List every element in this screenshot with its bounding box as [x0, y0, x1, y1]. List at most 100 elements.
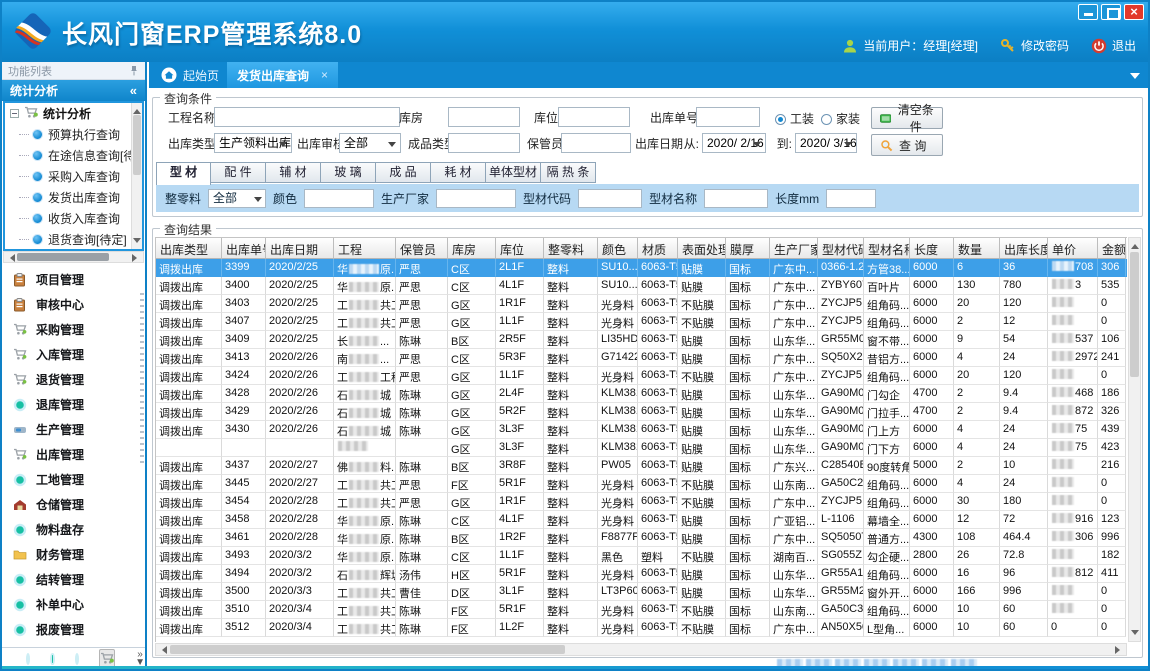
- column-header[interactable]: 长度: [910, 238, 954, 259]
- column-header[interactable]: 保管员: [396, 238, 448, 259]
- sidebar-item-财务管理[interactable]: 财务管理: [2, 542, 145, 567]
- table-row[interactable]: 调拨出库34032020/2/25工共工程严思G区1R1F整料光身料6063-T…: [156, 295, 1127, 313]
- sidebar-item-结转管理[interactable]: 结转管理: [2, 567, 145, 592]
- table-row[interactable]: 调拨出库34132020/2/26南...严思C区5R3F整料G71422606…: [156, 349, 1127, 367]
- material-tab[interactable]: 玻 璃: [321, 162, 376, 183]
- material-tab[interactable]: 成 品: [376, 162, 431, 183]
- column-header[interactable]: 出库单号: [222, 238, 266, 259]
- sidebar-item-工地管理[interactable]: 工地管理: [2, 467, 145, 492]
- sidebar-item-生产管理[interactable]: 生产管理: [2, 417, 145, 442]
- maximize-button[interactable]: [1101, 4, 1121, 20]
- material-tab[interactable]: 耗 材: [431, 162, 486, 183]
- column-header[interactable]: 膜厚: [726, 238, 770, 259]
- date-from-select[interactable]: 2020/ 2/16: [702, 133, 766, 153]
- column-header[interactable]: 工程: [334, 238, 396, 259]
- quick-circle-icon[interactable]: [26, 653, 30, 665]
- project-name-input[interactable]: [214, 107, 400, 127]
- column-header[interactable]: 型材名称: [864, 238, 910, 259]
- scroll-right-icon[interactable]: [1115, 646, 1124, 654]
- table-row[interactable]: 调拨出库34372020/2/27佛料...陈琳B区3R8F整料PW056063…: [156, 457, 1127, 475]
- sidebar-item-物料盘存[interactable]: 物料盘存: [2, 517, 145, 542]
- horizontal-scroll-thumb[interactable]: [170, 645, 565, 654]
- column-header[interactable]: 整零料: [544, 238, 598, 259]
- whole-piece-select[interactable]: 全部: [208, 189, 266, 208]
- tree-hscroll-thumb[interactable]: [17, 253, 109, 261]
- table-row[interactable]: 调拨出库34302020/2/26石城陈琳G区3L3F整料KLM38176063…: [156, 421, 1127, 439]
- keeper-input[interactable]: [561, 133, 631, 153]
- order-no-input[interactable]: [696, 107, 760, 127]
- table-row[interactable]: 调拨出库34292020/2/26石城陈琳G区5R2F整料KLM38176063…: [156, 403, 1127, 421]
- scroll-down-icon[interactable]: [1131, 630, 1139, 639]
- radio-unselected-icon[interactable]: [821, 114, 832, 125]
- logout-button[interactable]: 退出: [1091, 37, 1136, 54]
- search-button[interactable]: 查 询: [871, 134, 943, 156]
- column-header[interactable]: 表面处理: [678, 238, 726, 259]
- radio-selected-icon[interactable]: [775, 114, 786, 125]
- column-header[interactable]: 出库长度: [1000, 238, 1048, 259]
- clear-conditions-button[interactable]: 清空条件: [871, 107, 943, 129]
- scroll-down-icon[interactable]: [133, 238, 141, 247]
- tree-root-statistics[interactable]: 统计分析: [5, 103, 131, 124]
- table-row[interactable]: 调拨出库34072020/2/25工共工程严思G区1L1F整料光身料6063-T…: [156, 313, 1127, 331]
- material-tab[interactable]: 配 件: [211, 162, 266, 183]
- table-row[interactable]: 调拨出库35122020/3/4工共工程陈琳F区1L2F整料光身料6063-T5…: [156, 619, 1127, 637]
- column-header[interactable]: 颜色: [598, 238, 638, 259]
- table-row[interactable]: 调拨出库34282020/2/26石城陈琳G区2L4F整料KLM38176063…: [156, 385, 1127, 403]
- table-row[interactable]: 调拨出库34942020/3/2石辉城汤伟H区5R1F整料光身料6063-T5贴…: [156, 565, 1127, 583]
- tab-shipment-outbound-query[interactable]: 发货出库查询 ×: [227, 62, 338, 88]
- column-header[interactable]: 数量: [954, 238, 1000, 259]
- product-type-input[interactable]: [448, 133, 520, 153]
- table-row[interactable]: 调拨出库34452020/2/27工共工程严思F区5R1F整料光身料6063-T…: [156, 475, 1127, 493]
- vertical-scroll-thumb[interactable]: [1130, 252, 1139, 377]
- sidebar-item-项目管理[interactable]: 项目管理: [2, 267, 145, 292]
- scroll-left-icon[interactable]: [158, 646, 167, 654]
- table-row[interactable]: 调拨出库34932020/3/2华原...陈琳C区1L1F整料黑色塑料不贴膜国标…: [156, 547, 1127, 565]
- table-vertical-scrollbar[interactable]: [1128, 237, 1141, 642]
- table-row[interactable]: 调拨出库34002020/2/25华原...严思C区4L1F整料SU10...6…: [156, 277, 1127, 295]
- color-input[interactable]: [304, 189, 374, 208]
- tree-item[interactable]: 发货出库查询: [5, 187, 131, 208]
- table-row[interactable]: 调拨出库34612020/2/28华原...陈琳B区1R2F整料F8877FT6…: [156, 529, 1127, 547]
- tree-item[interactable]: 在途信息查询[待: [5, 145, 131, 166]
- tree-expander-icon[interactable]: [10, 109, 19, 118]
- date-to-select[interactable]: 2020/ 3/16: [795, 133, 857, 153]
- sidebar-item-报废管理[interactable]: 报废管理: [2, 617, 145, 642]
- sidebar-item-补单中心[interactable]: 补单中心: [2, 592, 145, 617]
- tree-scroll-thumb[interactable]: [133, 115, 141, 175]
- table-row[interactable]: 调拨出库35102020/3/4工共工程陈琳F区5R1F整料光身料6063-T5…: [156, 601, 1127, 619]
- material-tab[interactable]: 隔 热 条: [541, 162, 596, 183]
- length-input[interactable]: [826, 189, 876, 208]
- column-header[interactable]: 库位: [496, 238, 544, 259]
- table-row[interactable]: 调拨出库34092020/2/25长...陈琳B区2R5F整料LI35HD606…: [156, 331, 1127, 349]
- table-row[interactable]: 调拨出库35002020/3/3工共工程曹佳D区3L1F整料LT3P606063…: [156, 583, 1127, 601]
- sidebar-item-入库管理[interactable]: 入库管理: [2, 342, 145, 367]
- scroll-up-icon[interactable]: [1131, 240, 1139, 249]
- minimize-button[interactable]: [1078, 4, 1098, 20]
- table-row[interactable]: 调拨出库34242020/2/26工工程严思G区1L1F整料光身料6063-T5…: [156, 367, 1127, 385]
- table-row[interactable]: 调拨出库34582020/2/28华原...陈琳C区4L1F整料光身料6063-…: [156, 511, 1127, 529]
- radio-jiazhuang[interactable]: 家装: [821, 110, 860, 128]
- scroll-left-icon[interactable]: [6, 254, 15, 262]
- tree-item[interactable]: 预算执行查询: [5, 124, 131, 145]
- manufacturer-input[interactable]: [436, 189, 516, 208]
- sidebar-item-退货管理[interactable]: 退货管理: [2, 367, 145, 392]
- sidebar-item-采购管理[interactable]: 采购管理: [2, 317, 145, 342]
- quick-circle-icon[interactable]: [50, 653, 54, 665]
- change-password-button[interactable]: 修改密码: [1000, 37, 1069, 54]
- scroll-right-icon[interactable]: [132, 254, 141, 262]
- column-header[interactable]: 金额: [1098, 238, 1126, 259]
- column-header[interactable]: 库房: [448, 238, 496, 259]
- tab-list-dropdown-icon[interactable]: [1130, 73, 1140, 84]
- collapse-icon[interactable]: «: [130, 83, 137, 98]
- sidebar-item-出库管理[interactable]: 出库管理: [2, 442, 145, 467]
- tree-vertical-scrollbar[interactable]: [131, 103, 142, 249]
- material-tab[interactable]: 型 材: [156, 162, 211, 185]
- warehouse-input[interactable]: [448, 107, 520, 127]
- tree-item[interactable]: 退货查询[待定]: [5, 229, 131, 249]
- menu-resize-grip[interactable]: [140, 293, 144, 463]
- column-header[interactable]: 出库日期: [266, 238, 334, 259]
- column-header[interactable]: 出库类型: [156, 238, 222, 259]
- profile-name-input[interactable]: [704, 189, 768, 208]
- sidebar-item-仓储管理[interactable]: 仓储管理: [2, 492, 145, 517]
- table-horizontal-scrollbar[interactable]: [155, 643, 1127, 656]
